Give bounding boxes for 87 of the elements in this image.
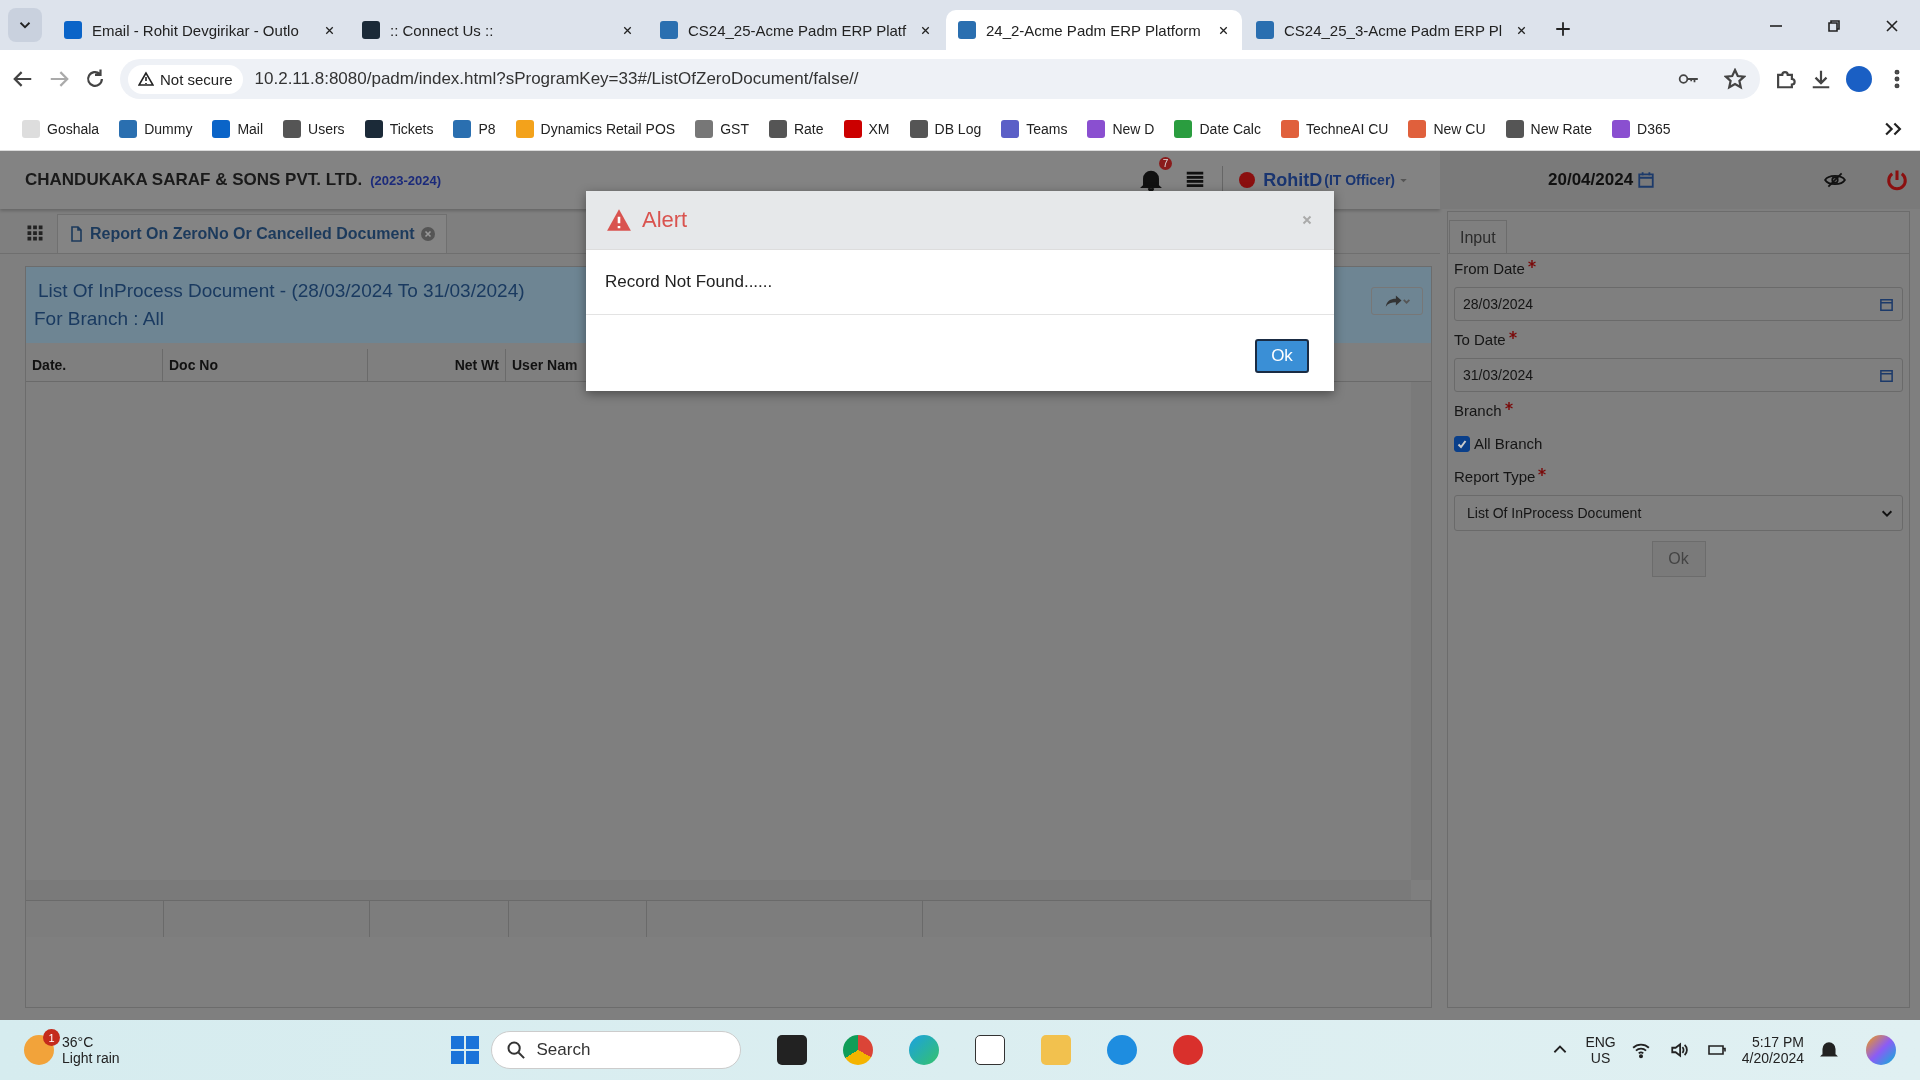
download-icon[interactable]	[1810, 68, 1832, 90]
required-asterisk-icon	[1538, 468, 1547, 476]
warning-icon	[606, 208, 632, 232]
calendar-icon[interactable]	[1879, 296, 1894, 312]
bookmark[interactable]: Mail	[212, 120, 264, 138]
url-text: 10.2.11.8:8080/padm/index.html?sProgramKey=33#/ListOfZeroDocument/false//	[254, 69, 859, 89]
address-bar[interactable]: Not secure 10.2.11.8:8080/padm/index.html?sProgramKey=33#/ListOfZeroDocument/false//	[120, 59, 1760, 99]
input-tab[interactable]: Input	[1449, 220, 1507, 253]
calendar-icon[interactable]	[1637, 171, 1656, 189]
field-label: To Date	[1454, 331, 1506, 348]
column-header[interactable]: Doc No	[163, 349, 368, 381]
required-asterisk-icon	[1527, 260, 1536, 268]
bookmark[interactable]: Date Calc	[1174, 120, 1261, 138]
weather-condition: Light rain	[62, 1050, 120, 1066]
current-date: 20/04/2024	[1548, 170, 1634, 190]
column-header[interactable]: Net Wt	[368, 349, 506, 381]
favicon-icon	[660, 21, 678, 39]
speaker-icon[interactable]	[1669, 1041, 1688, 1059]
favicon-icon	[958, 21, 976, 39]
search-icon	[506, 1040, 527, 1060]
bookmark[interactable]: Dummy	[119, 120, 193, 138]
bookmark[interactable]: New D	[1087, 120, 1155, 138]
share-button[interactable]	[1371, 287, 1423, 315]
favicon-icon	[362, 21, 380, 39]
bookmark[interactable]: Rate	[768, 120, 824, 138]
bookmark[interactable]: GST	[695, 120, 749, 138]
clock[interactable]: 5:17 PM 4/20/2024	[1741, 1034, 1804, 1066]
browser-tab[interactable]: CS24_25-Acme Padm ERP Platf	[648, 10, 944, 50]
bookmark[interactable]: Tickets	[364, 120, 434, 138]
bookmark[interactable]: XM	[843, 120, 890, 138]
new-tab-icon[interactable]	[1554, 20, 1572, 38]
weather-icon[interactable]	[24, 1035, 54, 1065]
bookmark[interactable]: Users	[283, 120, 345, 138]
browser-tab[interactable]: :: Connect Us ::	[350, 10, 646, 50]
favicon-icon	[1256, 21, 1274, 39]
bookmark[interactable]: Goshala	[22, 120, 100, 138]
taskbar-search[interactable]: Search	[491, 1031, 742, 1069]
bell-icon[interactable]	[1820, 1041, 1838, 1059]
financial-year: (2023-2024)	[370, 172, 441, 188]
grid-icon[interactable]	[25, 223, 45, 243]
bookmark[interactable]: P8	[453, 120, 496, 138]
calendar-icon[interactable]	[1879, 367, 1894, 383]
bookmark[interactable]: Dynamics Retail POS	[515, 120, 676, 138]
dialog-title: Alert	[642, 207, 688, 233]
language-indicator[interactable]: ENG US	[1585, 1034, 1616, 1066]
bookmark[interactable]: New CU	[1408, 120, 1486, 138]
bookmark[interactable]: TechneAI CU	[1280, 120, 1389, 138]
status-dot-icon	[1239, 172, 1256, 188]
required-asterisk-icon	[1504, 402, 1513, 410]
tab-list-button[interactable]	[8, 8, 42, 42]
wifi-icon[interactable]	[1631, 1041, 1650, 1059]
browser-tab[interactable]: CS24_25_3-Acme Padm ERP Pl	[1244, 10, 1540, 50]
bookmark[interactable]: New Rate	[1505, 120, 1593, 138]
bookmark[interactable]: DB Log	[909, 120, 982, 138]
checkbox-label: All Branch	[1474, 435, 1543, 452]
eye-slash-icon[interactable]	[1824, 170, 1846, 190]
favicon-icon	[64, 21, 82, 39]
profile-icon[interactable]	[1846, 66, 1872, 92]
checkbox[interactable]	[1454, 435, 1470, 452]
bookmark[interactable]: Teams	[1001, 120, 1068, 138]
field-label: Report Type	[1454, 468, 1536, 485]
browser-tab[interactable]: Email - Rohit Devgirikar - Outlo	[52, 10, 348, 50]
browser-tab[interactable]: 24_2-Acme Padm ERP Platform	[946, 10, 1242, 50]
notification-badge: 7	[1158, 157, 1173, 170]
temperature: 36°C	[62, 1034, 95, 1050]
report-type-dropdown[interactable]: List Of InProcess Document	[1454, 495, 1903, 531]
date-field[interactable]: 31/03/2024	[1454, 358, 1903, 392]
date-field[interactable]: 28/03/2024	[1454, 287, 1903, 321]
puzzle-icon[interactable]	[1774, 68, 1796, 90]
close-icon[interactable]	[1884, 18, 1900, 34]
report-title: List Of InProcess Document - (28/03/2024 To 31/03/2024)	[37, 280, 525, 302]
restore-icon[interactable]	[1826, 18, 1842, 34]
bookmark[interactable]: D365	[1612, 120, 1671, 138]
notification-badge: 1	[43, 1029, 60, 1046]
security-chip[interactable]: Not secure	[128, 64, 243, 94]
dialog-message: Record Not Found......	[605, 272, 773, 291]
document-icon	[68, 226, 84, 242]
reload-icon[interactable]	[84, 68, 106, 90]
field-label: Branch	[1454, 402, 1502, 419]
field-label: From Date	[1454, 260, 1525, 277]
windows-start-icon[interactable]	[451, 1036, 480, 1064]
required-asterisk-icon	[1508, 331, 1517, 339]
warning-icon	[138, 71, 154, 87]
branch-line: For Branch : All	[34, 308, 164, 330]
star-icon[interactable]	[1724, 68, 1746, 90]
column-header[interactable]: Date.	[26, 349, 163, 381]
company-name: CHANDUKAKA SARAF & SONS PVT. LTD.	[25, 170, 363, 190]
